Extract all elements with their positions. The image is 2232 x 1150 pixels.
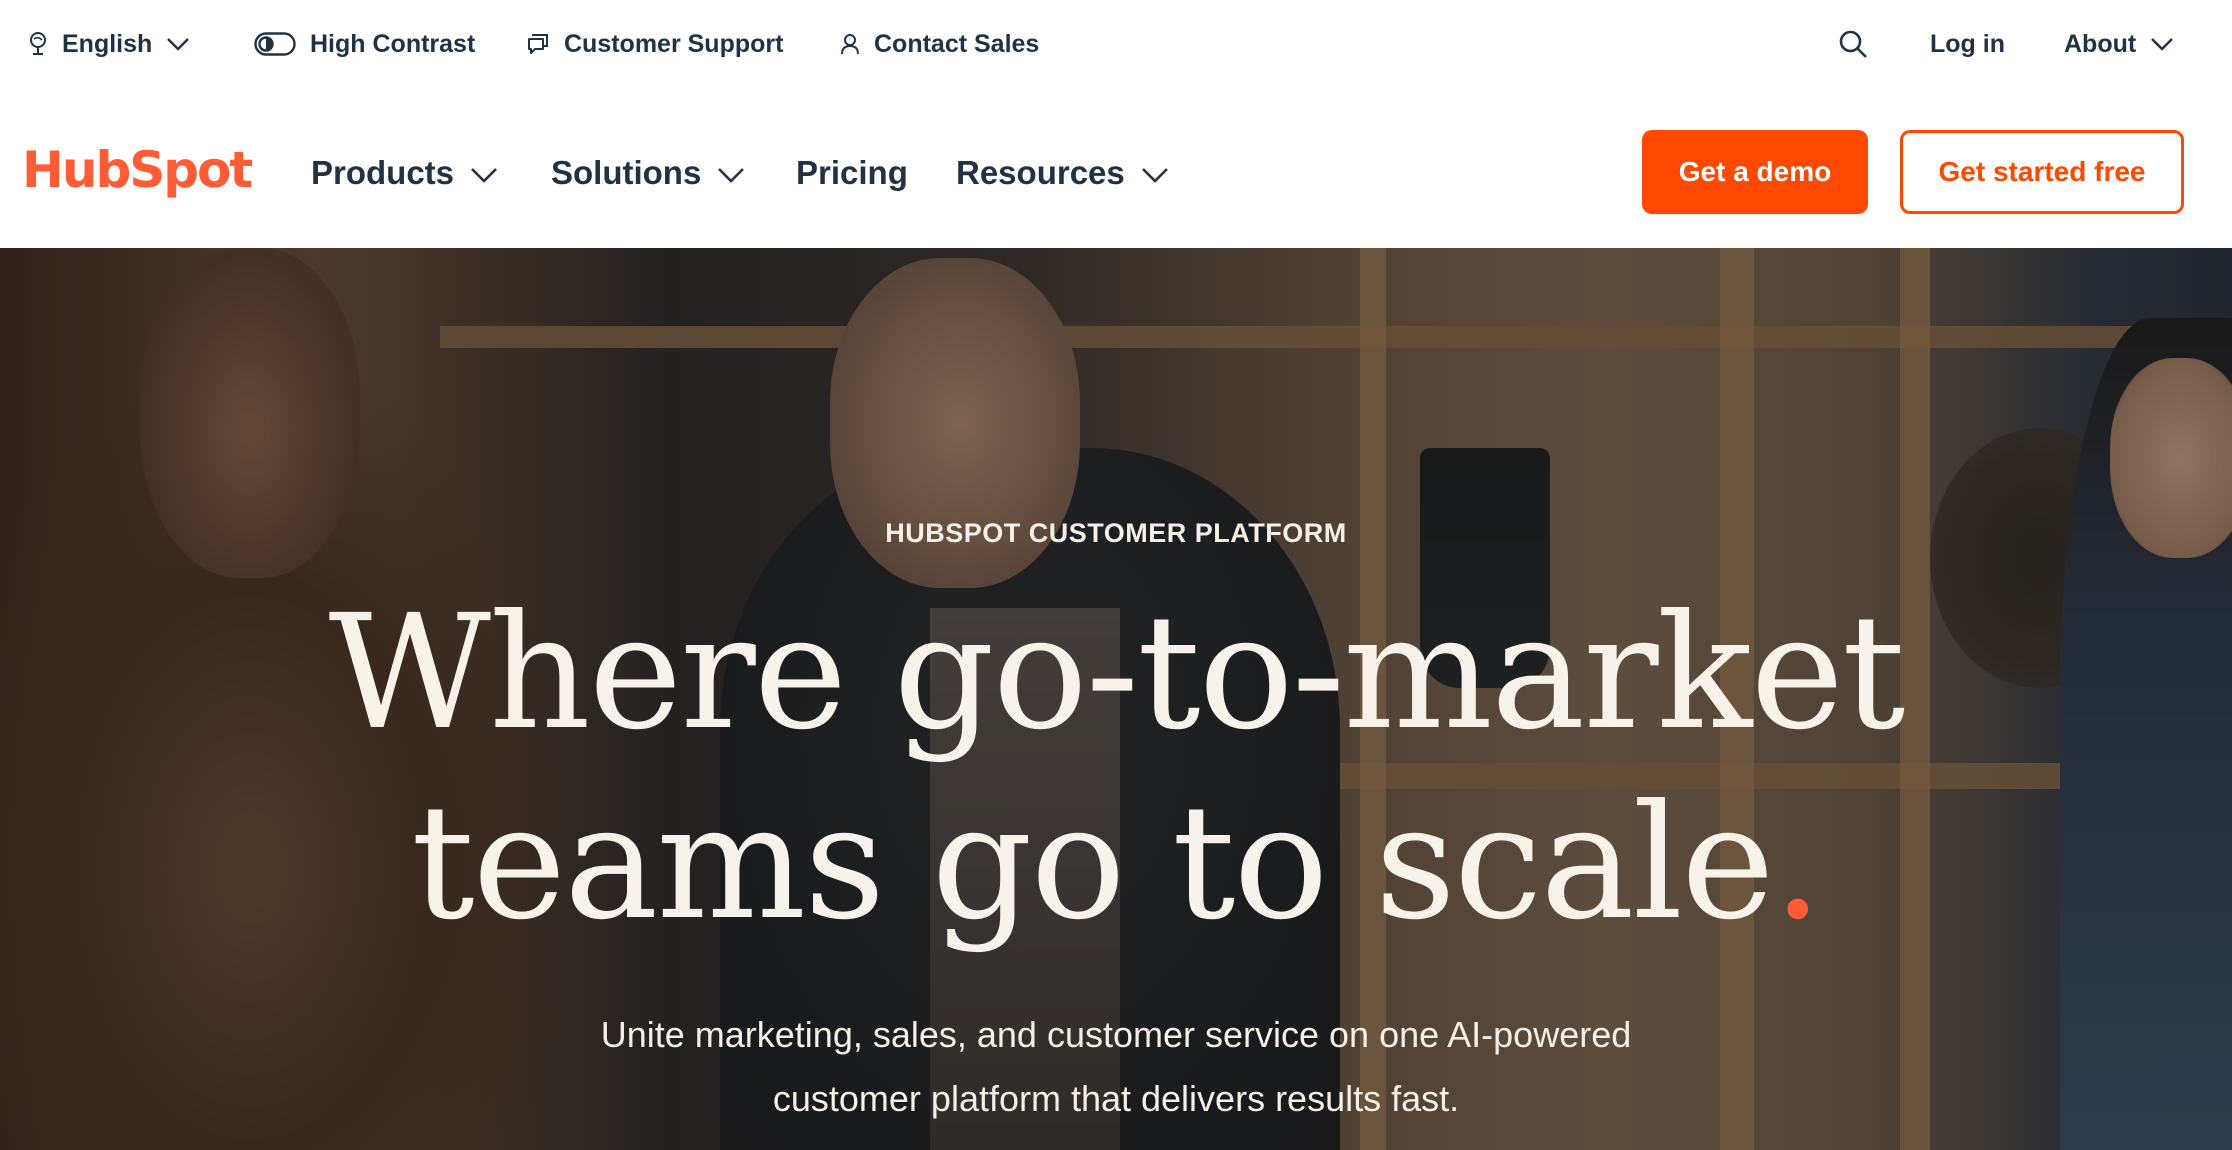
high-contrast-toggle[interactable]: High Contrast xyxy=(254,0,475,88)
chevron-down-icon xyxy=(2150,36,2174,52)
nav-solutions[interactable]: Solutions xyxy=(551,88,745,258)
toggle-icon xyxy=(254,32,296,56)
utility-bar: English High Contrast Customer Support C… xyxy=(0,0,2232,88)
about-label: About xyxy=(2064,29,2137,58)
customer-support-label: Customer Support xyxy=(564,29,784,58)
chat-icon xyxy=(526,32,550,56)
hero-section: HUBSPOT CUSTOMER PLATFORM Where go-to-ma… xyxy=(0,248,2232,1150)
main-navigation: HubSpot Products Solutions Pricing Resou… xyxy=(0,88,2232,248)
language-selector[interactable]: English xyxy=(28,0,190,88)
about-menu[interactable]: About xyxy=(2064,0,2174,88)
headline-line-2-text: teams go to scale xyxy=(411,771,1774,955)
high-contrast-label: High Contrast xyxy=(310,29,476,58)
chevron-down-icon xyxy=(166,36,190,52)
nav-resources[interactable]: Resources xyxy=(956,88,1169,258)
nav-pricing[interactable]: Pricing xyxy=(796,88,908,258)
headline-line-1: Where go-to-market xyxy=(328,581,1906,765)
chevron-down-icon xyxy=(717,154,745,192)
nav-products-label: Products xyxy=(311,154,455,191)
headline-accent-dot: . xyxy=(1772,771,1823,955)
get-started-free-button[interactable]: Get started free xyxy=(1900,130,2184,214)
nav-products[interactable]: Products xyxy=(311,88,498,258)
search-icon xyxy=(1838,29,1868,59)
hero-subheading: Unite marketing, sales, and customer ser… xyxy=(0,1003,2232,1131)
contact-sales-link[interactable]: Contact Sales xyxy=(840,0,1039,88)
hubspot-logo[interactable]: HubSpot xyxy=(22,140,253,200)
chevron-down-icon xyxy=(1141,154,1169,192)
contact-sales-label: Contact Sales xyxy=(874,29,1040,58)
nav-resources-label: Resources xyxy=(956,154,1125,191)
hero-headline: Where go-to-market teams go to scale. xyxy=(0,578,2232,958)
logo-text: HubSpot xyxy=(22,141,253,199)
globe-icon xyxy=(28,31,48,57)
hero-eyebrow: HUBSPOT CUSTOMER PLATFORM xyxy=(885,518,1347,548)
subheading-line-1: Unite marketing, sales, and customer ser… xyxy=(600,1014,1632,1055)
nav-pricing-label: Pricing xyxy=(796,154,908,191)
headline-line-2: teams go to scale. xyxy=(0,768,2232,958)
person-icon xyxy=(840,32,860,56)
search-button[interactable] xyxy=(1838,0,1868,88)
login-label: Log in xyxy=(1930,29,2005,58)
customer-support-link[interactable]: Customer Support xyxy=(526,0,783,88)
subheading-line-2: customer platform that delivers results … xyxy=(772,1078,1460,1119)
language-label: English xyxy=(62,29,153,58)
chevron-down-icon xyxy=(470,154,498,192)
get-demo-button[interactable]: Get a demo xyxy=(1642,130,1868,214)
nav-solutions-label: Solutions xyxy=(551,154,702,191)
login-link[interactable]: Log in xyxy=(1930,0,2005,88)
